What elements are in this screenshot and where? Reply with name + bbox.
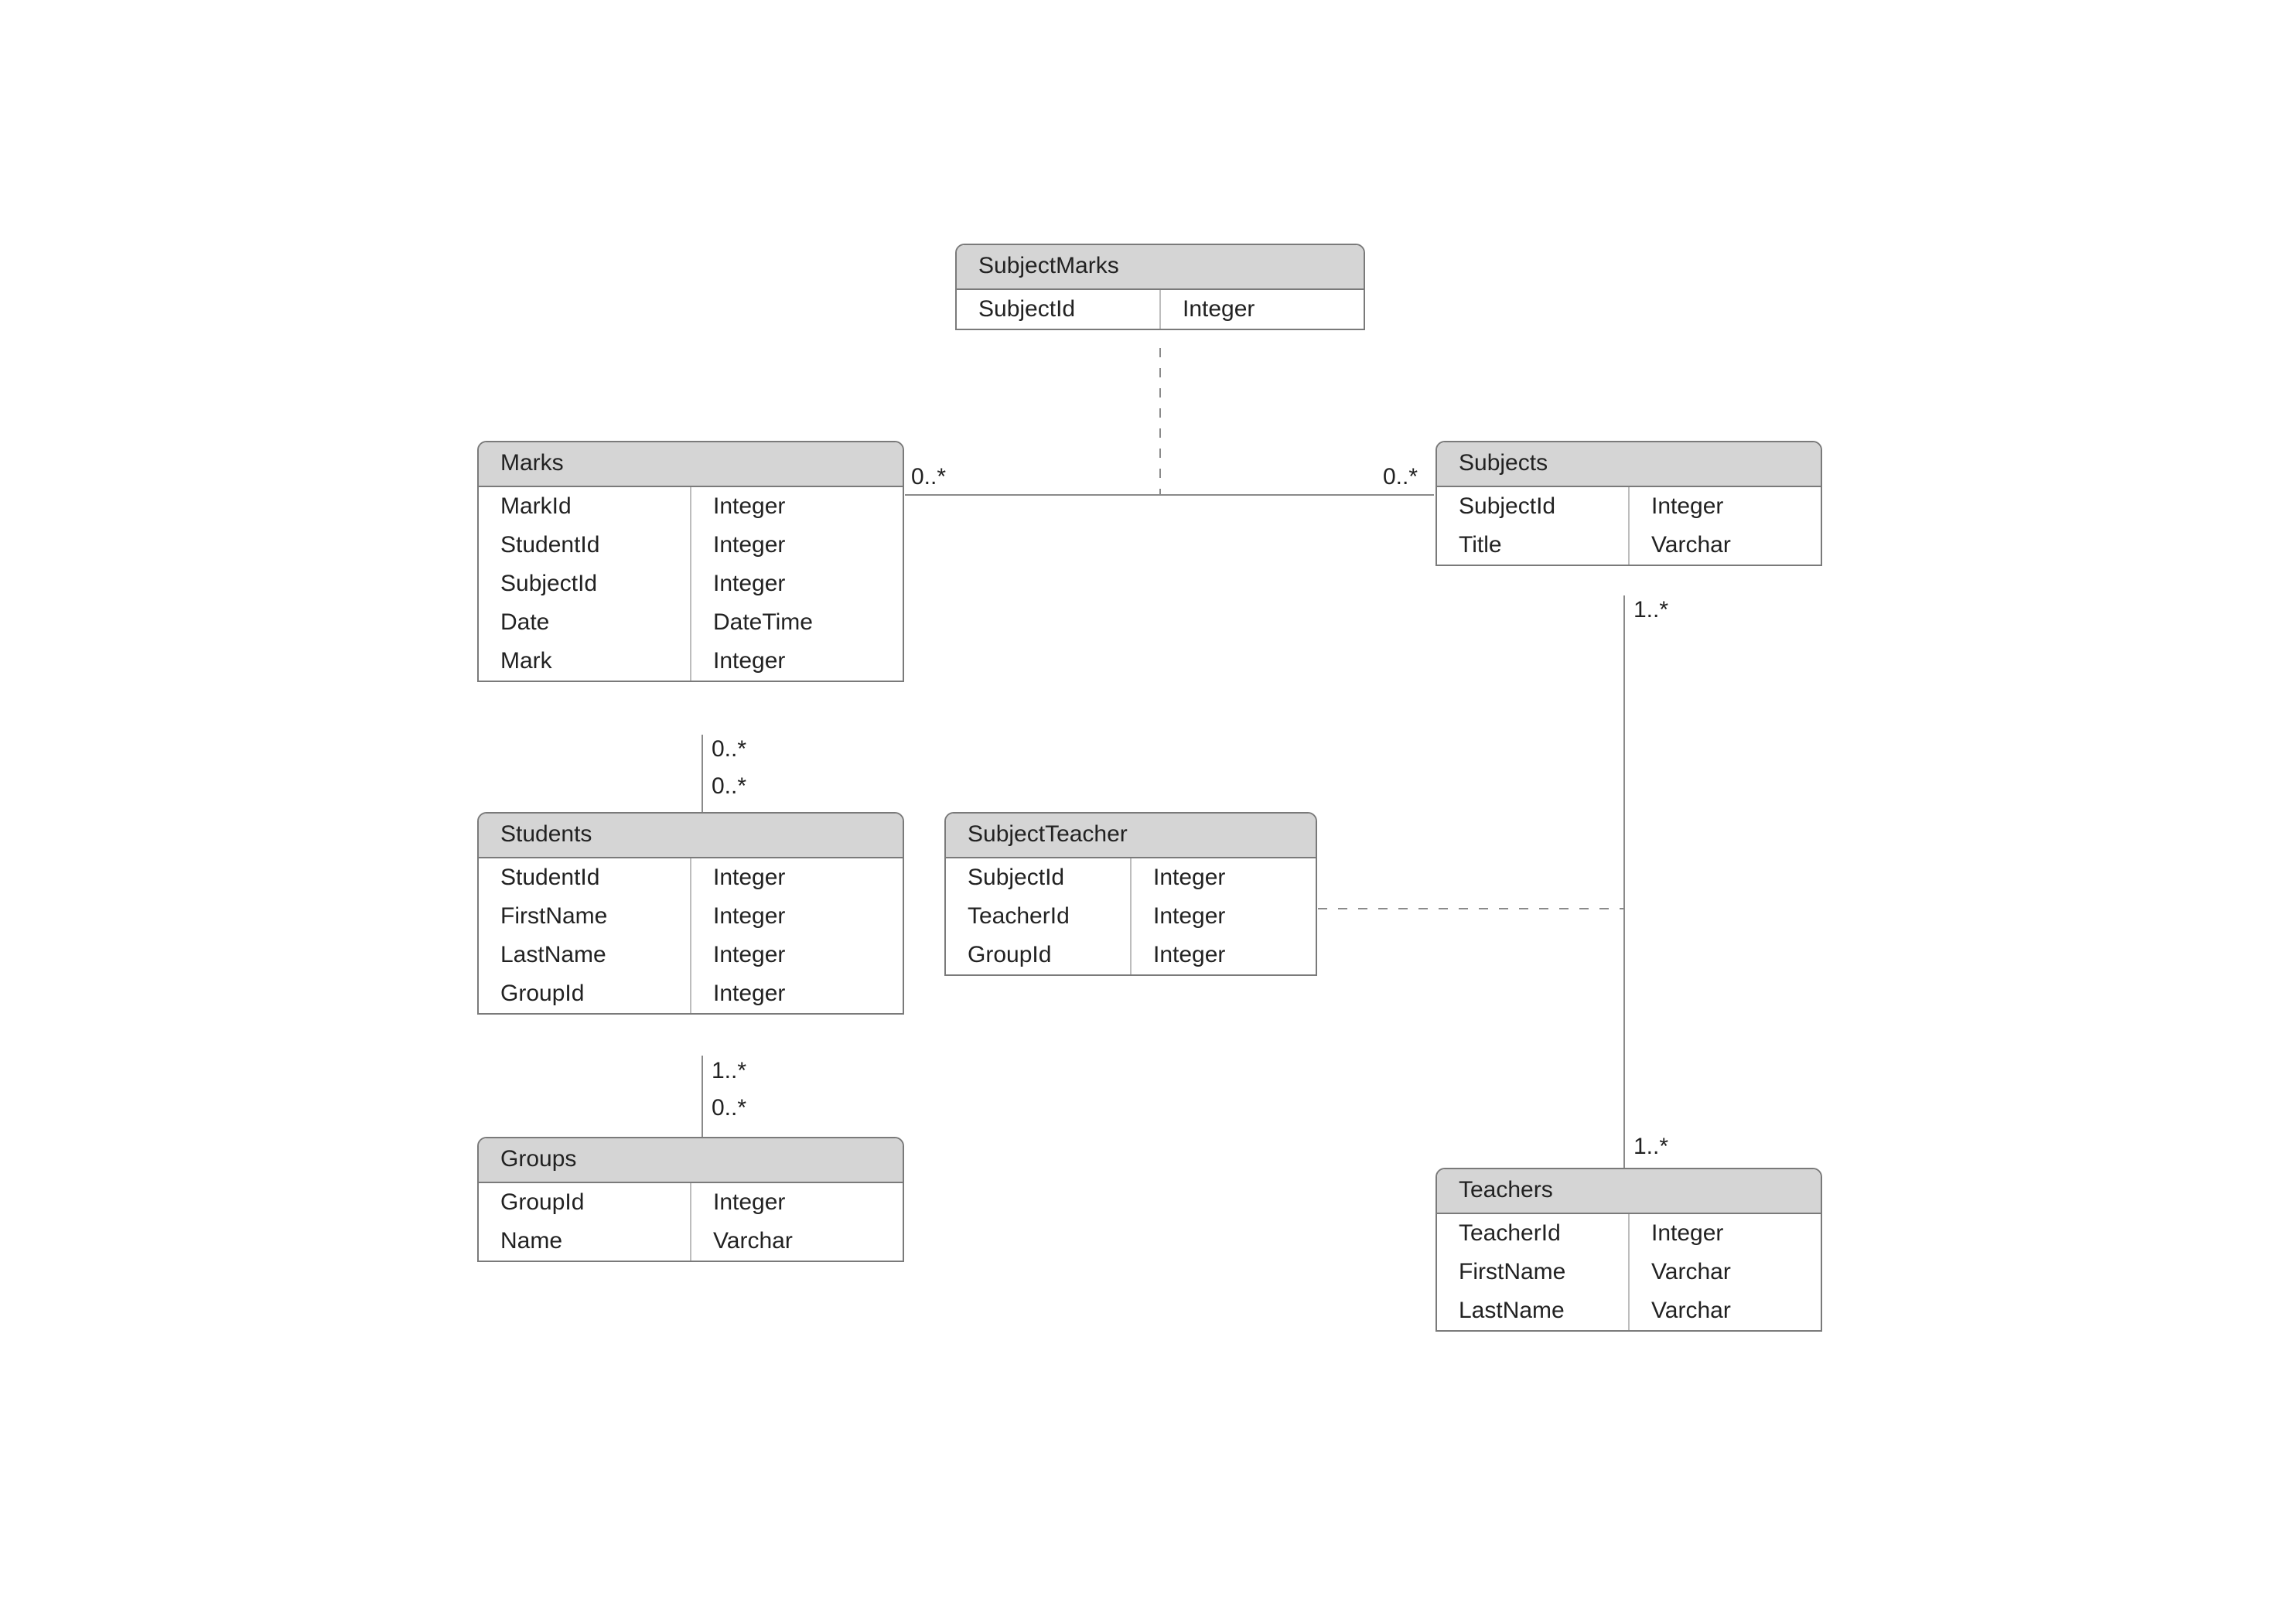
entity-attributes: SubjectId Integer Title Varchar [1437,487,1821,565]
table-row: Title Varchar [1437,526,1821,565]
attr-type: Integer [1131,858,1316,897]
attr-type: Varchar [691,1222,903,1261]
entity-title: Groups [479,1138,903,1183]
attr-name: GroupId [946,936,1131,974]
attr-name: LastName [1437,1291,1629,1330]
entity-attributes: StudentId Integer FirstName Integer Last… [479,858,903,1013]
table-row: SubjectId Integer [946,858,1316,897]
table-row: StudentId Integer [479,858,903,897]
multiplicity-label: 0..* [712,736,746,763]
entity-attributes: TeacherId Integer FirstName Varchar Last… [1437,1214,1821,1330]
attr-name: SubjectId [946,858,1131,897]
entity-attributes: SubjectId Integer TeacherId Integer Grou… [946,858,1316,974]
table-row: FirstName Integer [479,897,903,936]
attr-type: Integer [691,897,903,936]
table-row: SubjectId Integer [1437,487,1821,526]
attr-name: MarkId [479,487,691,526]
table-row: TeacherId Integer [946,897,1316,936]
attr-type: Integer [1131,897,1316,936]
entity-subject-marks: SubjectMarks SubjectId Integer [955,244,1365,330]
attr-name: LastName [479,936,691,974]
attr-name: TeacherId [1437,1214,1629,1253]
attr-type: Integer [691,858,903,897]
attr-name: StudentId [479,526,691,565]
attr-type: Integer [1629,487,1821,526]
attr-type: Integer [1131,936,1316,974]
attr-name: GroupId [479,974,691,1013]
attr-type: Integer [1629,1214,1821,1253]
entity-teachers: Teachers TeacherId Integer FirstName Var… [1435,1168,1822,1332]
table-row: StudentId Integer [479,526,903,565]
er-diagram-canvas: SubjectMarks SubjectId Integer Marks Mar… [0,0,2294,1624]
attr-name: Date [479,603,691,642]
table-row: GroupId Integer [479,974,903,1013]
attr-name: Title [1437,526,1629,565]
entity-subjects: Subjects SubjectId Integer Title Varchar [1435,441,1822,566]
entity-title: Subjects [1437,442,1821,487]
entity-title: SubjectTeacher [946,814,1316,858]
multiplicity-label: 0..* [712,1095,746,1121]
multiplicity-label: 1..* [712,1058,746,1084]
attr-name: FirstName [1437,1253,1629,1291]
attr-name: GroupId [479,1183,691,1222]
attr-type: Integer [691,487,903,526]
entity-subject-teacher: SubjectTeacher SubjectId Integer Teacher… [944,812,1317,976]
table-row: FirstName Varchar [1437,1253,1821,1291]
table-row: GroupId Integer [479,1183,903,1222]
table-row: GroupId Integer [946,936,1316,974]
entity-title: SubjectMarks [957,245,1364,290]
attr-name: FirstName [479,897,691,936]
table-row: LastName Integer [479,936,903,974]
table-row: Mark Integer [479,642,903,681]
attr-type: Integer [1160,290,1364,329]
attr-name: Mark [479,642,691,681]
table-row: TeacherId Integer [1437,1214,1821,1253]
entity-students: Students StudentId Integer FirstName Int… [477,812,904,1015]
attr-type: Varchar [1629,526,1821,565]
multiplicity-label: 0..* [712,773,746,800]
multiplicity-label: 0..* [911,464,946,490]
entity-attributes: MarkId Integer StudentId Integer Subject… [479,487,903,681]
multiplicity-label: 1..* [1633,597,1668,623]
table-row: SubjectId Integer [957,290,1364,329]
attr-name: StudentId [479,858,691,897]
attr-type: Integer [691,642,903,681]
attr-type: Integer [691,936,903,974]
table-row: MarkId Integer [479,487,903,526]
attr-name: TeacherId [946,897,1131,936]
attr-name: Name [479,1222,691,1261]
entity-title: Marks [479,442,903,487]
entity-title: Students [479,814,903,858]
table-row: LastName Varchar [1437,1291,1821,1330]
attr-name: SubjectId [1437,487,1629,526]
attr-type: Varchar [1629,1291,1821,1330]
table-row: Date DateTime [479,603,903,642]
attr-type: Varchar [1629,1253,1821,1291]
attr-type: Integer [691,565,903,603]
attr-type: Integer [691,1183,903,1222]
multiplicity-label: 1..* [1633,1134,1668,1160]
attr-name: SubjectId [957,290,1160,329]
entity-groups: Groups GroupId Integer Name Varchar [477,1137,904,1262]
attr-type: Integer [691,526,903,565]
table-row: SubjectId Integer [479,565,903,603]
attr-type: Integer [691,974,903,1013]
entity-title: Teachers [1437,1169,1821,1214]
multiplicity-label: 0..* [1383,464,1418,490]
entity-attributes: GroupId Integer Name Varchar [479,1183,903,1261]
table-row: Name Varchar [479,1222,903,1261]
attr-type: DateTime [691,603,903,642]
attr-name: SubjectId [479,565,691,603]
entity-attributes: SubjectId Integer [957,290,1364,329]
entity-marks: Marks MarkId Integer StudentId Integer S… [477,441,904,682]
